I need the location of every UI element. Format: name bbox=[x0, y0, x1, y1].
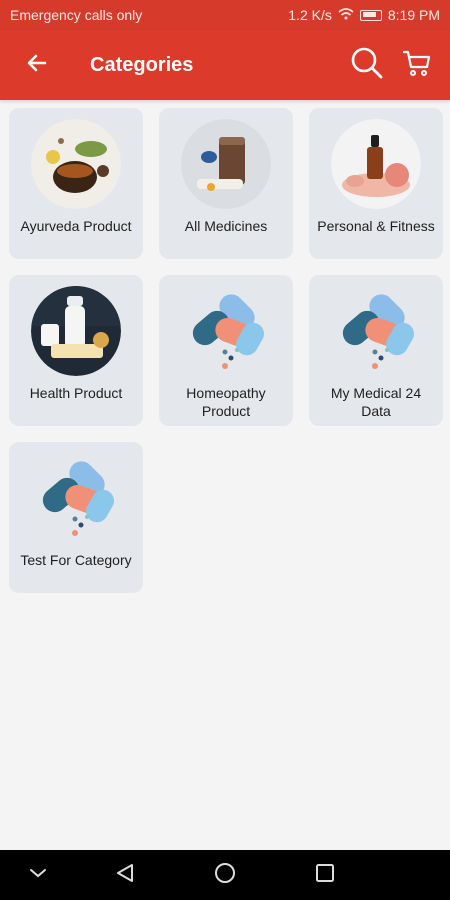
cart-icon bbox=[402, 48, 432, 83]
category-card-my-medical-24-data[interactable]: My Medical 24 Data bbox=[309, 275, 443, 426]
category-label: All Medicines bbox=[184, 218, 268, 234]
search-button[interactable] bbox=[344, 42, 390, 88]
search-icon bbox=[349, 45, 385, 86]
milk-cheese-photo bbox=[31, 286, 121, 376]
status-right: 1.2 K/s 8:19 PM bbox=[288, 7, 440, 23]
category-label: Homeopathy Product bbox=[186, 385, 266, 419]
back-button[interactable] bbox=[12, 40, 62, 90]
battery-icon bbox=[359, 9, 382, 21]
nav-home-button[interactable] bbox=[212, 862, 238, 888]
system-nav-bar bbox=[0, 850, 450, 900]
category-card-health-product[interactable]: Health Product bbox=[9, 275, 143, 426]
pills-icon bbox=[31, 453, 121, 543]
category-label: Test For Category bbox=[20, 552, 132, 568]
chevron-down-icon bbox=[29, 866, 47, 884]
page-title: Categories bbox=[90, 53, 194, 76]
nav-back-button[interactable] bbox=[112, 862, 138, 888]
recents-square-icon bbox=[315, 863, 335, 888]
pills-icon bbox=[181, 286, 271, 376]
category-card-test-for-category[interactable]: Test For Category bbox=[9, 442, 143, 593]
app-bar: Categories bbox=[0, 30, 450, 100]
category-label: Ayurveda Product bbox=[20, 218, 132, 234]
nav-recents-button[interactable] bbox=[312, 862, 338, 888]
status-bar: Emergency calls only 1.2 K/s 8:19 PM bbox=[0, 0, 450, 30]
medicine-smoothie-photo bbox=[181, 119, 271, 209]
wifi-icon bbox=[338, 7, 354, 23]
nav-collapse-button[interactable] bbox=[25, 862, 51, 888]
category-card-homeopathy[interactable]: Homeopathy Product bbox=[159, 275, 293, 426]
carrier-text: Emergency calls only bbox=[10, 7, 143, 23]
ayurveda-tea-photo bbox=[31, 119, 121, 209]
category-label: Health Product bbox=[29, 385, 123, 401]
clock: 8:19 PM bbox=[387, 7, 440, 23]
arrow-left-icon bbox=[25, 51, 49, 80]
category-card-all-medicines[interactable]: All Medicines bbox=[159, 108, 293, 259]
network-speed: 1.2 K/s bbox=[288, 7, 332, 23]
category-label: Personal & Fitness bbox=[317, 218, 435, 234]
category-label: My Medical 24 Data bbox=[330, 385, 422, 419]
cart-button[interactable] bbox=[394, 42, 440, 88]
category-card-ayurveda[interactable]: Ayurveda Product bbox=[9, 108, 143, 259]
home-circle-icon bbox=[214, 862, 236, 889]
category-card-personal-fitness[interactable]: Personal & Fitness bbox=[309, 108, 443, 259]
back-triangle-icon bbox=[114, 862, 136, 889]
pills-icon bbox=[331, 286, 421, 376]
category-grid: Ayurveda Product All Medicines Personal … bbox=[9, 108, 443, 593]
oil-dropper-rose-photo bbox=[331, 119, 421, 209]
